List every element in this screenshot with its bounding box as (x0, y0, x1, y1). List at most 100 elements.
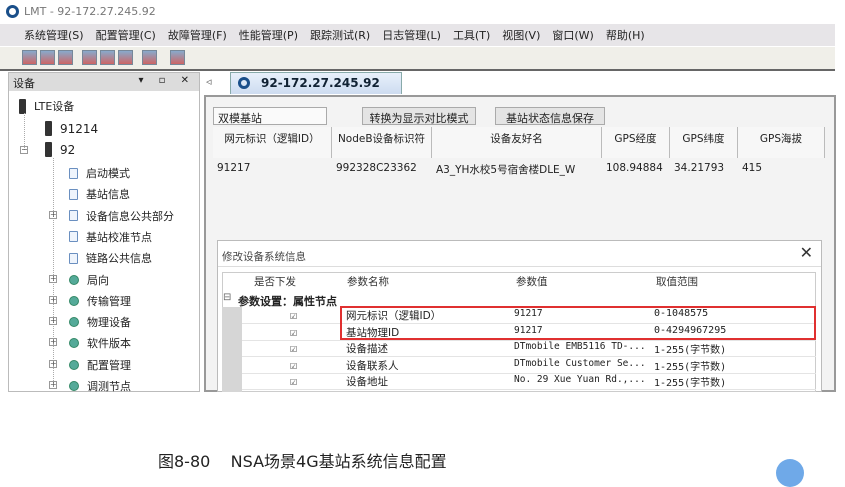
menu-item[interactable]: 工具(T) (453, 27, 490, 43)
expand-toggle[interactable]: + (49, 359, 57, 368)
tree-label: LTE设备 (34, 100, 75, 113)
tree-item-0[interactable]: 启动模式 (69, 165, 130, 181)
group-toggle[interactable]: ⊟ (223, 292, 231, 303)
node-icon (69, 381, 79, 391)
expand-toggle[interactable]: + (49, 381, 57, 389)
menu-bar: 系统管理(S) 配置管理(C) 故障管理(F) 性能管理(P) 跟踪测试(R) 日志管理(… (0, 24, 835, 46)
column-header[interactable]: 网元标识（逻辑ID） (213, 127, 332, 158)
toolbar-tool-icon[interactable] (40, 50, 55, 65)
tree-label: 基站校准节点 (86, 230, 152, 244)
file-icon (69, 252, 78, 264)
tree-label: 92 (60, 142, 76, 157)
dialog-column-header[interactable]: 是否下发 (254, 274, 296, 289)
dialog-row-divider (242, 389, 816, 390)
node-icon (69, 295, 79, 306)
checkbox[interactable]: ☑ (290, 325, 297, 339)
menu-item[interactable]: 跟踪测试(R) (310, 27, 370, 43)
table-cell: 415 (742, 162, 763, 174)
floating-button[interactable] (776, 459, 804, 487)
menu-item[interactable]: 窗口(W) (552, 27, 593, 43)
table-cell: 992328C23362 (336, 162, 417, 174)
checkbox[interactable]: ☑ (290, 341, 297, 355)
mode-input[interactable]: 双模基站 (213, 107, 327, 125)
tree-item-4[interactable]: 链路公共信息 (69, 250, 152, 266)
expand-toggle[interactable]: + (49, 338, 57, 347)
compare-mode-button[interactable]: 转换为显示对比模式 (362, 107, 476, 125)
checkbox[interactable]: ☑ (290, 374, 297, 388)
menu-item[interactable]: 故障管理(F) (168, 27, 227, 43)
param-range: 1-255(字节数) (654, 361, 727, 373)
menu-item[interactable]: 视图(V) (502, 27, 540, 43)
tree-item-7[interactable]: 物理设备 (69, 314, 131, 330)
toolbar-tool-icon[interactable] (100, 50, 115, 65)
column-header[interactable]: GPS海拔 (738, 127, 825, 158)
tree-item-6[interactable]: 传输管理 (69, 293, 131, 309)
tree-root[interactable]: LTE设备 (19, 98, 74, 114)
tree-node[interactable]: 92 (45, 142, 75, 157)
close-icon[interactable]: ✕ (800, 243, 813, 262)
node-icon (69, 338, 79, 349)
param-value[interactable]: No. 29 Xue Yuan Rd.,... (514, 374, 646, 385)
file-icon (69, 210, 78, 222)
dialog-column-header[interactable]: 参数值 (516, 274, 548, 289)
figure-caption: 图8-80 NSA场景4G基站系统信息配置 (158, 452, 447, 471)
column-header[interactable]: GPS经度 (602, 127, 670, 158)
toolbar-tool-icon[interactable] (170, 50, 185, 65)
tree-item-2[interactable]: 设备信息公共部分 (69, 208, 174, 224)
table-cell: A3_YH水校5号宿舍楼DLE_W (436, 164, 576, 176)
panel-controls[interactable]: ▾ ▫ ✕ (138, 75, 195, 86)
param-range: 1-255(字节数) (654, 378, 727, 389)
tree-item-9[interactable]: 配置管理 (69, 357, 131, 373)
highlight-box (340, 306, 816, 340)
expand-toggle[interactable]: + (49, 210, 57, 219)
toolbar-tool-icon[interactable] (82, 50, 97, 65)
tree-label: 调测节点 (87, 380, 131, 393)
column-header[interactable]: NodeB设备标识符 (332, 127, 432, 158)
window-title: LMT - 92-172.27.245.92 (24, 5, 156, 18)
toolbar-tool-icon[interactable] (58, 50, 73, 65)
checkbox[interactable]: ☑ (290, 308, 297, 322)
dialog-column-header[interactable]: 取值范围 (656, 274, 698, 289)
tree-item-10[interactable]: 调测节点 (69, 378, 131, 394)
column-header[interactable]: 设备友好名 (432, 127, 602, 158)
tree-item-5[interactable]: 局向 (69, 272, 109, 288)
tree-item-1[interactable]: 基站信息 (69, 186, 130, 202)
menu-item[interactable]: 系统管理(S) (24, 27, 84, 43)
dialog-title: 修改设备系统信息 (222, 251, 306, 263)
device-icon (45, 121, 52, 136)
expand-toggle[interactable]: + (49, 274, 57, 283)
param-value[interactable]: DTmobile EMB5116 TD-... (514, 341, 646, 352)
dialog-column-header[interactable]: 参数名称 (347, 274, 389, 289)
file-icon (69, 188, 78, 200)
tab-device[interactable]: 92-172.27.245.92 (230, 72, 402, 94)
menu-item[interactable]: 配置管理(C) (96, 27, 156, 43)
save-status-button[interactable]: 基站状态信息保存 (495, 107, 605, 125)
column-header[interactable]: GPS纬度 (670, 127, 738, 158)
table-cell: 34.21793 (674, 162, 725, 174)
node-icon (69, 317, 79, 328)
device-tab-icon (238, 77, 250, 89)
table-cell: 108.94884 (606, 162, 663, 174)
app-logo-icon (6, 5, 19, 18)
tree-label: 配置管理 (87, 358, 131, 372)
menu-item[interactable]: 帮助(H) (606, 27, 645, 43)
collapse-toggle[interactable]: − (20, 146, 28, 154)
tree-label: 91214 (60, 121, 99, 136)
tree-item-8[interactable]: 软件版本 (69, 335, 131, 351)
menu-item[interactable]: 性能管理(P) (239, 27, 298, 43)
tree-item-3[interactable]: 基站校准节点 (69, 229, 152, 245)
toolbar-tool-icon[interactable] (118, 50, 133, 65)
tree-label: 设备信息公共部分 (86, 209, 174, 223)
expand-toggle[interactable]: + (49, 295, 57, 304)
menu-item[interactable]: 日志管理(L) (382, 27, 441, 43)
toolbar-tool-icon[interactable] (22, 50, 37, 65)
toolbar-tool-icon[interactable] (142, 50, 157, 65)
tab-scroll-left[interactable]: ◃ (206, 75, 212, 88)
checkbox[interactable]: ☑ (290, 358, 297, 372)
panel-title: 设备 (13, 77, 35, 90)
param-value[interactable]: DTmobile Customer Se... (514, 358, 646, 369)
tree-label: 传输管理 (87, 294, 131, 308)
param-name: 设备地址 (346, 376, 388, 388)
tree-node[interactable]: 91214 (45, 121, 98, 136)
expand-toggle[interactable]: + (49, 317, 57, 326)
